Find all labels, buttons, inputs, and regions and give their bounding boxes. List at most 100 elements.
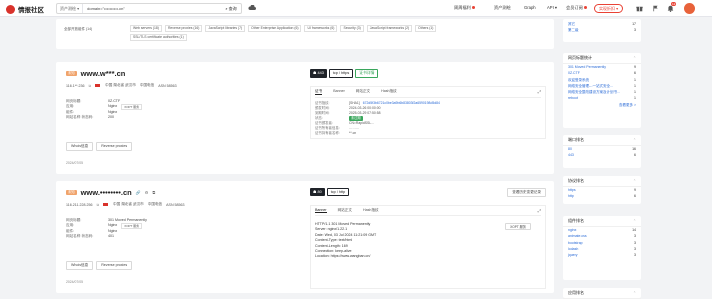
chip-js-frameworks[interactable]: JavaScript frameworks (2) <box>366 25 413 32</box>
chevron-up-icon[interactable]: ⌃ <box>633 219 636 223</box>
cloud-icon[interactable] <box>248 5 256 11</box>
whois-button[interactable]: Whois信息 <box>66 261 94 270</box>
nav-graph[interactable]: Graph <box>524 5 536 10</box>
component-chips: Web servers (18) Reverse proxies (16) Java… <box>130 25 439 32</box>
bell-icon[interactable] <box>667 5 674 12</box>
port-443-chip[interactable]: ☗ 443 <box>310 69 327 78</box>
tab-banner[interactable]: Banner <box>315 208 327 213</box>
sidebar-item-count: 6 <box>634 153 636 158</box>
china-flag-icon <box>103 202 109 207</box>
port-chips: ☗ 443 tcp / https 证书详情 <box>310 69 380 78</box>
tab-site-body[interactable]: 网站正文 <box>356 89 370 95</box>
copy-icon[interactable]: ⧉ <box>152 190 155 195</box>
search-input[interactable]: domain="••••••••••.cn" <box>83 6 221 11</box>
chip-reverse-proxies[interactable]: Reverse proxies (16) <box>164 25 203 32</box>
history-button[interactable]: 查看历史变更记录 <box>507 188 546 197</box>
copy-icon[interactable]: ⧉ <box>96 203 99 207</box>
isp[interactable]: 中国电信 <box>148 202 162 207</box>
sidebar-item-label[interactable]: 第二级 <box>568 27 579 33</box>
chip-others[interactable]: Others (1) <box>415 25 437 32</box>
asn[interactable]: ASN 58563 <box>158 84 176 88</box>
isp[interactable]: 中国电信 <box>140 83 154 88</box>
chip-security[interactable]: Security (3) <box>340 25 364 32</box>
sidebar-protocol-rank: 协议排名 ⌃ https 9 http 6 <box>563 176 641 204</box>
field-value[interactable]: 200 <box>108 115 114 120</box>
location[interactable]: 中国 湖北省 武汉市 <box>113 202 144 207</box>
filter-card: 全部开放组件 (14) Web servers (18) Reverse prox… <box>56 19 554 49</box>
xopt-service-button[interactable]: XOPT 服务 <box>505 223 531 230</box>
banner-line: Location: https://www.wangban.cn/ <box>315 254 371 259</box>
tab-banner[interactable]: Banner <box>333 89 345 95</box>
chip-web-servers[interactable]: Web servers (18) <box>130 25 162 32</box>
chevron-up-icon[interactable]: ⌃ <box>633 179 636 183</box>
ip-address[interactable]: 116.1**.236 <box>66 84 85 88</box>
link-icon[interactable]: 🔗 <box>136 190 141 195</box>
discount-button[interactable]: 实现折扣 ▾ <box>594 4 624 13</box>
view-more-link[interactable]: 查看更多 > <box>619 102 636 108</box>
protocol-chip[interactable]: tcp / https <box>328 69 354 78</box>
nav-asset-mapping[interactable]: 资产测绘 <box>494 5 511 11</box>
field-label: 网站名称·状态码: <box>66 234 94 239</box>
copy-icon[interactable]: ⧉ <box>89 84 92 88</box>
expand-icon[interactable]: ⤢ <box>538 89 541 94</box>
detail-panel: 证书 Banner 网站正文 Hash指纹 ⤢ 证书指纹: [SHA1] 672d5… <box>310 86 546 139</box>
search-bar[interactable]: 资产测绘 ▾ domain="••••••••••.cn" ⌕ 查询 <box>56 3 242 14</box>
result-header: 未知 www.w***.cn <box>66 69 125 78</box>
field-label: 网站名称·状态码: <box>66 115 94 120</box>
sidebar-top-list: 其它 17 第二级 3 <box>563 19 641 42</box>
search-button[interactable]: ⌕ 查询 <box>221 4 241 13</box>
field-value[interactable]: 401 <box>108 234 114 239</box>
ip-address[interactable]: 116.211.228.256 <box>66 203 92 207</box>
chevron-up-icon[interactable]: ⌃ <box>633 138 636 142</box>
chip-enterprise-app[interactable]: Other Enterprise Application (6) <box>248 25 302 32</box>
sidebar-item-label[interactable]: http <box>568 193 574 199</box>
reverse-proxies-button[interactable]: Reverse proxies <box>96 142 133 151</box>
port-80-chip[interactable]: ☗ 80 <box>310 188 325 196</box>
tab-certificate[interactable]: 证书 <box>315 89 323 95</box>
port-number: 443 <box>317 71 324 75</box>
asn[interactable]: ASN 58563 <box>166 203 184 207</box>
protocol-chip[interactable]: tcp / http <box>326 188 350 196</box>
chip-ui-frameworks[interactable]: UI frameworks (6) <box>304 25 338 32</box>
nav-membership[interactable]: 会员订阅 <box>566 5 587 11</box>
sidebar-port-rank: 端口排名 ⌃ 80 16 443 6 <box>563 135 641 168</box>
chevron-up-icon[interactable]: ⌃ <box>633 291 636 295</box>
filter-all-components[interactable]: 全部开放组件 (14) <box>64 27 92 32</box>
result-card-2: 未知 www.••••••••.cn 🔗 ⚙ ⧉ 116.211.228.256… <box>56 181 554 293</box>
cert-detail-chip[interactable]: 证书详情 <box>355 69 379 78</box>
sidebar-component-rank: 组件排名 ⌃ nginx 14 animate.css 3 bootstrap 3 lo… <box>563 216 641 280</box>
expand-icon[interactable]: ⤢ <box>538 208 541 213</box>
service-chip[interactable]: XOPT 服务 <box>121 104 143 111</box>
result-date: 2024/07/05 <box>66 161 83 165</box>
logo[interactable]: 情报社区 <box>6 4 44 14</box>
china-flag-icon <box>95 83 101 88</box>
result-domain[interactable]: www.w***.cn <box>81 69 126 78</box>
sidebar-item-label[interactable]: reboot <box>568 95 578 101</box>
service-chip[interactable]: XOPT 服务 <box>121 223 143 230</box>
tab-site-body[interactable]: 网站正文 <box>338 208 352 213</box>
chevron-up-icon[interactable]: ⌃ <box>633 56 636 60</box>
sidebar-item-label[interactable]: 443 <box>568 152 574 158</box>
chip-js-libraries[interactable]: JavaScript libraries (7) <box>205 25 246 32</box>
settings-icon[interactable]: ⚙ <box>145 190 149 195</box>
status-badge: 未知 <box>66 71 77 76</box>
result-header: 未知 www.••••••••.cn 🔗 ⚙ ⧉ <box>66 188 155 197</box>
nav-api[interactable]: API ▾ <box>547 5 557 10</box>
result-domain[interactable]: www.••••••••.cn <box>81 188 132 197</box>
whois-button[interactable]: Whois信息 <box>66 142 94 151</box>
sidebar-section-title: 网页标题统计 <box>568 55 592 60</box>
cert-list: 证书指纹: [SHA1] 672d5f3b6721c0be3a9b6b83803f2… <box>315 101 541 136</box>
reverse-proxies-button[interactable]: Reverse proxies <box>96 261 133 270</box>
chip-ssl-ca[interactable]: SSL/TLS certificate authorities (1) <box>130 34 187 41</box>
nav-weekly-benefit[interactable]: 周周福利 <box>454 5 475 11</box>
tab-hash[interactable]: Hash指纹 <box>363 208 379 213</box>
location[interactable]: 中国 湖北省 武汉市 <box>105 83 136 88</box>
search-scope-dropdown[interactable]: 资产测绘 ▾ <box>57 4 84 13</box>
avatar[interactable] <box>684 3 695 14</box>
flag-icon[interactable] <box>652 5 659 12</box>
sidebar-item-label[interactable]: jquery <box>568 252 578 258</box>
sidebar-section-title: 协议排名 <box>568 178 584 183</box>
tab-hash[interactable]: Hash指纹 <box>381 89 397 95</box>
gift-icon[interactable] <box>636 5 643 12</box>
sidebar-section-title: 端口排名 <box>568 137 584 142</box>
